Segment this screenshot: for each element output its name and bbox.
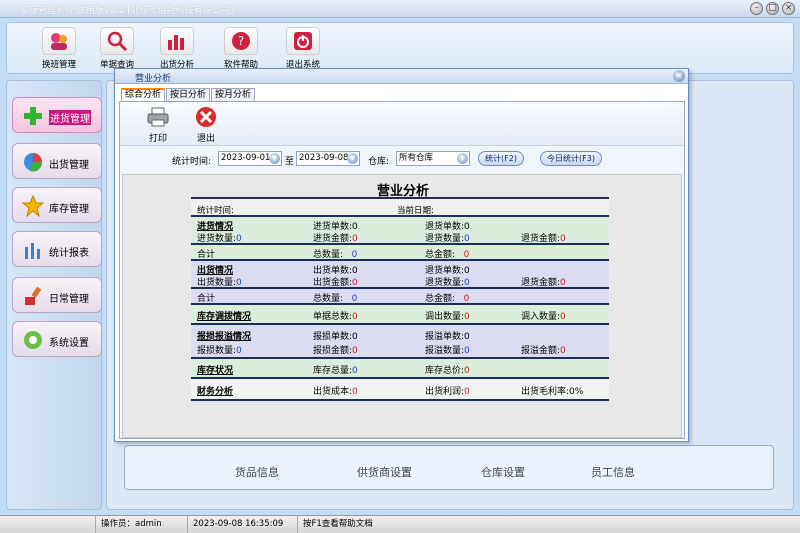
status-datetime: 2023-09-08 16:35:09 [188, 516, 298, 533]
gear-icon [21, 328, 45, 352]
magnifier-icon [100, 27, 134, 55]
plus-icon [21, 104, 45, 128]
bar-chart-icon [160, 27, 194, 55]
report-header-row: 统计时间: 当前日期: [191, 197, 609, 217]
print-button[interactable]: 打印 [140, 106, 176, 144]
exit-button[interactable]: 退出 [188, 106, 224, 144]
link-supplier-settings[interactable]: 供货商设置 [357, 464, 412, 480]
sales-total-row: 合计 总数量: 0 总金额: 0 [191, 289, 609, 305]
transfer-section: 库存调拨情况 单据总数:0 调出数量:0 调入数量:0 [191, 305, 609, 325]
date-from-field[interactable]: 2023-09-01 ▼ [218, 151, 282, 166]
to-label: 至 [285, 157, 295, 167]
sidebar-item-daily[interactable]: 日常管理 [12, 277, 102, 313]
sidebar-item-settings[interactable]: 系统设置 [12, 321, 102, 357]
sales-analysis-button[interactable]: 出货分析 [153, 27, 201, 71]
link-warehouse-settings[interactable]: 仓库设置 [481, 464, 525, 480]
finance-section: 财务分析 出货成本:0 出货利润:0 出货毛利率:0% [191, 379, 609, 401]
warehouse-label: 仓库: [368, 157, 390, 167]
minimize-button[interactable]: – [750, 2, 763, 15]
window-title: 库存管理系统 试用版V4.2 [北京卡瑞特科技有限公司] [20, 6, 234, 16]
link-goods-info[interactable]: 货品信息 [235, 464, 279, 480]
status-empty [0, 516, 96, 533]
statistics-button[interactable]: 统计(F2) [478, 151, 524, 166]
exit-system-button[interactable]: 退出系统 [279, 27, 327, 71]
dialog-title: 营业分析 [135, 74, 172, 84]
sidebar: 进货管理 出货管理 库存管理 统计报表 日常管理 系统设置 [6, 80, 102, 510]
business-analysis-dialog: 营业分析 × 综合分析 按日分析 按月分析 打印 退出 统计时间: 2023-0… [114, 68, 689, 442]
status-hint: 按F1查看帮助文档 [303, 519, 373, 529]
dialog-titlebar: 营业分析 × [115, 69, 688, 84]
purchase-total-row: 合计 总数量: 0 总金额: 0 [191, 245, 609, 261]
main-toolbar: 换班管理 单据查询 出货分析 ? 软件帮助 退出系统 [6, 22, 794, 74]
status-bar: 操作员：admin 2023-09-08 16:35:09 按F1查看帮助文档 [0, 515, 800, 533]
printer-icon [146, 106, 170, 128]
dropdown-arrow-icon[interactable]: ▼ [347, 153, 358, 164]
dialog-toolbar: 打印 退出 [120, 102, 684, 146]
tab-overall[interactable]: 综合分析 [121, 88, 166, 101]
brush-icon [21, 284, 45, 308]
date-to-field[interactable]: 2023-09-08 ▼ [296, 151, 360, 166]
dialog-close-icon[interactable]: × [673, 70, 685, 82]
report-bars-icon [21, 238, 45, 262]
today-statistics-button[interactable]: 今日统计(F3) [540, 151, 602, 166]
filter-bar: 统计时间: 2023-09-01 ▼ 至 2023-09-08 ▼ 仓库: 所有… [120, 148, 684, 170]
sidebar-item-purchase[interactable]: 进货管理 [12, 97, 102, 133]
users-icon [42, 27, 76, 55]
star-icon [21, 194, 45, 218]
window-titlebar: 库存管理系统 试用版V4.2 [北京卡瑞特科技有限公司] – □ × [0, 0, 800, 18]
analysis-tabs: 综合分析 按日分析 按月分析 [121, 88, 256, 101]
purchase-section: 进货情况 进货单数:0 退货单数:0 进货数量:0 进货金额:0 退货数量:0 … [191, 217, 609, 245]
dropdown-arrow-icon[interactable]: ▼ [269, 153, 280, 164]
shift-management-button[interactable]: 换班管理 [35, 27, 83, 71]
status-operator: 操作员：admin [96, 516, 188, 533]
svg-text:?: ? [238, 34, 244, 48]
report-table: 统计时间: 当前日期: 进货情况 进货单数:0 退货单数:0 进货数量:0 进货… [191, 197, 609, 401]
help-icon: ? [224, 27, 258, 55]
warehouse-select[interactable]: 所有仓库 ▼ [396, 151, 470, 166]
sidebar-item-inventory[interactable]: 库存管理 [12, 187, 102, 223]
power-icon [286, 27, 320, 55]
software-help-button[interactable]: ? 软件帮助 [217, 27, 265, 71]
maximize-button[interactable]: □ [766, 2, 779, 15]
tab-daily[interactable]: 按日分析 [166, 88, 211, 101]
loss-gain-section: 报损报溢情况 报损单数:0 报溢单数:0 报损数量:0 报损金额:0 报溢数量:… [191, 325, 609, 359]
pie-chart-icon [21, 150, 45, 174]
tab-monthly[interactable]: 按月分析 [211, 88, 256, 101]
sales-section: 出货情况 出货单数:0 退货单数:0 出货数量:0 出货金额:0 退货数量:0 … [191, 261, 609, 289]
tab-panel: 打印 退出 统计时间: 2023-09-01 ▼ 至 2023-09-08 ▼ … [119, 101, 685, 439]
close-button[interactable]: × [782, 2, 795, 15]
link-employee-info[interactable]: 员工信息 [591, 464, 635, 480]
close-circle-icon [194, 106, 218, 128]
stock-section: 库存状况 库存总量:0 库存总价:0 [191, 359, 609, 379]
report-area: 营业分析 统计时间: 当前日期: 进货情况 进货单数:0 退货单数:0 进货数量… [122, 174, 682, 438]
sidebar-item-reports[interactable]: 统计报表 [12, 231, 102, 267]
document-query-button[interactable]: 单据查询 [93, 27, 141, 71]
sidebar-item-sales[interactable]: 出货管理 [12, 143, 102, 179]
shortcut-links: 货品信息 供货商设置 仓库设置 员工信息 [124, 445, 774, 490]
stat-time-label: 统计时间: [172, 157, 212, 167]
dropdown-arrow-icon[interactable]: ▼ [457, 153, 468, 164]
